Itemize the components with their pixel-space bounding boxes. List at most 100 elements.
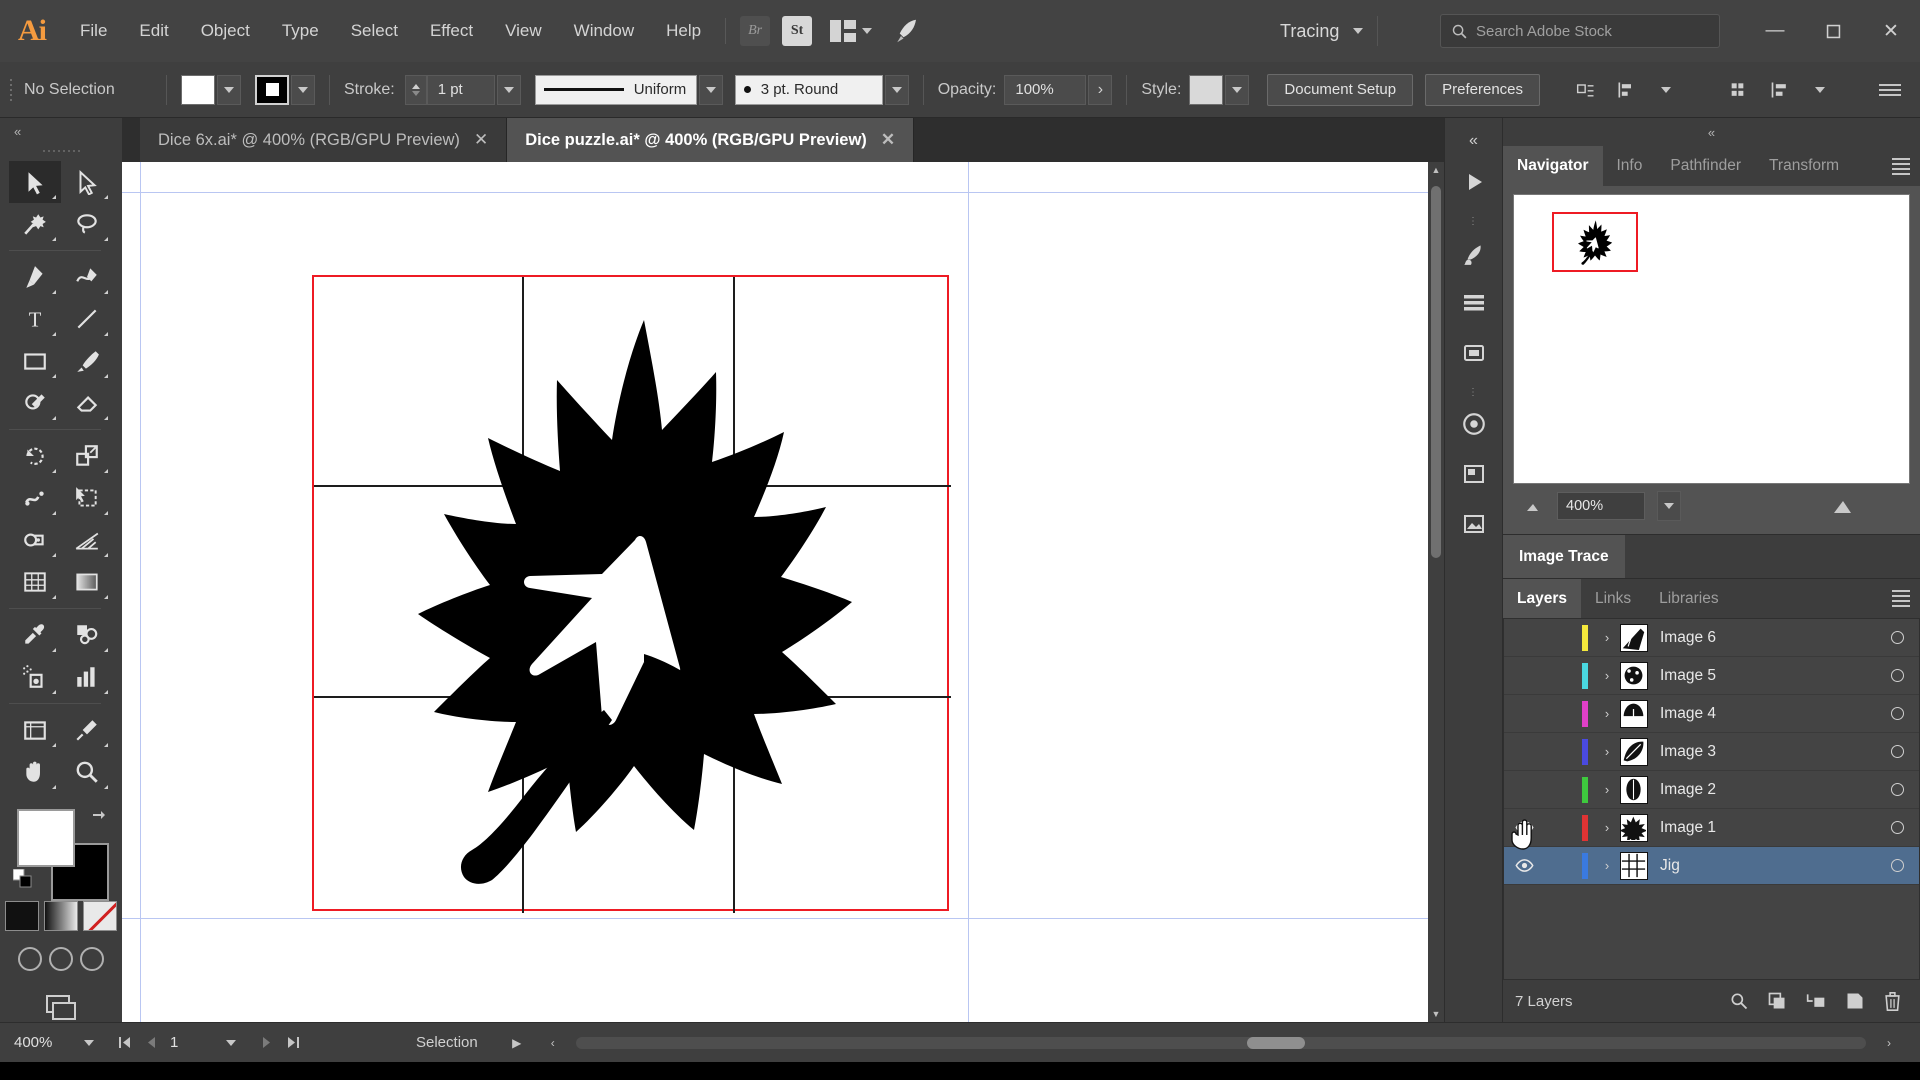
draw-normal-button[interactable] xyxy=(18,947,42,972)
hand-tool[interactable] xyxy=(9,751,61,793)
curvature-tool[interactable] xyxy=(61,256,113,298)
swap-fill-stroke-icon[interactable] xyxy=(91,805,107,824)
next-artboard-button[interactable] xyxy=(254,1030,280,1056)
layer-disclosure-triangle-icon[interactable]: › xyxy=(1594,782,1620,797)
default-fill-stroke-icon[interactable] xyxy=(12,868,33,889)
rotate-tool[interactable] xyxy=(9,435,61,477)
menu-item-window[interactable]: Window xyxy=(558,0,650,62)
distribute-icon[interactable] xyxy=(1760,72,1800,108)
menu-item-object[interactable]: Object xyxy=(185,0,266,62)
status-zoom-dropdown[interactable] xyxy=(76,1030,102,1056)
appearance-icon[interactable] xyxy=(1450,400,1498,448)
arrange-documents-button[interactable] xyxy=(830,20,873,42)
type-tool[interactable]: T xyxy=(9,298,61,340)
stroke-profile-dropdown[interactable] xyxy=(698,74,723,105)
layer-target-indicator[interactable] xyxy=(1875,631,1919,644)
tab-libraries[interactable]: Libraries xyxy=(1645,579,1732,618)
artboard-number-dropdown[interactable] xyxy=(218,1030,244,1056)
layer-target-indicator[interactable] xyxy=(1875,783,1919,796)
layer-disclosure-triangle-icon[interactable]: › xyxy=(1594,820,1620,835)
navigator-preview[interactable] xyxy=(1513,194,1910,484)
scale-tool[interactable] xyxy=(61,435,113,477)
create-new-sublayer-icon[interactable] xyxy=(1767,991,1787,1011)
panel-menu-icon[interactable] xyxy=(1892,579,1920,618)
stroke-color-swatch[interactable] xyxy=(255,74,289,105)
stock-icon[interactable]: St xyxy=(782,16,813,46)
blend-tool[interactable] xyxy=(61,614,113,656)
layer-row[interactable]: › Image 3 xyxy=(1504,733,1919,771)
scroll-down-arrow-icon[interactable]: ▼ xyxy=(1428,1006,1444,1022)
artboards-icon[interactable] xyxy=(1450,450,1498,498)
stroke-weight-field[interactable]: 1 pt xyxy=(426,74,495,105)
zoom-in-large-icon[interactable] xyxy=(1832,497,1862,515)
create-new-layer-icon[interactable] xyxy=(1845,991,1865,1011)
tab-layers[interactable]: Layers xyxy=(1503,579,1581,618)
close-tab-icon[interactable]: ✕ xyxy=(881,130,895,150)
none-mode-button[interactable] xyxy=(83,901,117,932)
layer-visibility-toggle[interactable] xyxy=(1504,858,1544,873)
layer-row[interactable]: › Image 6 xyxy=(1504,619,1919,657)
menu-item-file[interactable]: File xyxy=(64,0,123,62)
menu-item-select[interactable]: Select xyxy=(335,0,414,62)
line-segment-tool[interactable] xyxy=(61,298,113,340)
gradient-tool[interactable] xyxy=(61,561,113,603)
scroll-right-button[interactable]: › xyxy=(1876,1030,1902,1056)
tab-pathfinder[interactable]: Pathfinder xyxy=(1656,146,1755,186)
maximize-button[interactable] xyxy=(1804,0,1862,62)
layer-disclosure-triangle-icon[interactable]: › xyxy=(1594,744,1620,759)
layer-row[interactable]: › Image 4 xyxy=(1504,695,1919,733)
layer-row[interactable]: › Image 5 xyxy=(1504,657,1919,695)
scroll-up-arrow-icon[interactable]: ▲ xyxy=(1428,162,1444,178)
bridge-icon[interactable]: Br xyxy=(740,16,771,46)
horizontal-scrollbar[interactable] xyxy=(575,1036,1866,1049)
dock-expand-icon[interactable]: « xyxy=(1450,126,1498,156)
symbol-sprayer-tool[interactable] xyxy=(9,656,61,698)
artboard-tool[interactable] xyxy=(9,709,61,751)
tab-info[interactable]: Info xyxy=(1603,146,1657,186)
start-playback-icon[interactable] xyxy=(1450,158,1498,206)
layer-row[interactable]: › Image 2 xyxy=(1504,771,1919,809)
width-tool[interactable] xyxy=(9,477,61,519)
rectangle-tool[interactable] xyxy=(9,340,61,382)
magic-wand-tool[interactable] xyxy=(9,203,61,245)
tools-panel-handle[interactable]: « xyxy=(0,118,122,145)
fill-color-swatch[interactable] xyxy=(181,74,215,105)
tools-panel-grip[interactable] xyxy=(0,145,122,157)
layer-name-label[interactable]: Jig xyxy=(1660,857,1875,875)
layer-name-label[interactable]: Image 2 xyxy=(1660,781,1875,799)
close-button[interactable]: ✕ xyxy=(1862,0,1920,62)
make-clipping-mask-icon[interactable] xyxy=(1805,991,1827,1011)
slice-tool[interactable] xyxy=(61,709,113,751)
navigator-zoom-field[interactable]: 400% xyxy=(1557,492,1645,520)
zoom-out-small-icon[interactable] xyxy=(1525,499,1547,513)
workspace-switcher[interactable]: Tracing xyxy=(1280,16,1379,46)
search-stock-field[interactable]: Search Adobe Stock xyxy=(1440,14,1720,48)
artboard-canvas[interactable] xyxy=(122,162,1428,1022)
color-mode-button[interactable] xyxy=(5,901,39,932)
align-objects-icon[interactable] xyxy=(1606,72,1646,108)
layer-target-indicator[interactable] xyxy=(1875,707,1919,720)
collapse-panels-button[interactable]: « xyxy=(1503,118,1920,146)
discover-rocket-icon[interactable] xyxy=(890,15,922,47)
layer-name-label[interactable]: Image 6 xyxy=(1660,629,1875,647)
layer-disclosure-triangle-icon[interactable]: › xyxy=(1594,630,1620,645)
layer-target-indicator[interactable] xyxy=(1875,745,1919,758)
eyedropper-tool[interactable] xyxy=(9,614,61,656)
swatches-icon[interactable] xyxy=(1450,279,1498,327)
pen-tool[interactable] xyxy=(9,256,61,298)
navigator-zoom-dropdown[interactable] xyxy=(1657,491,1681,521)
tab-links[interactable]: Links xyxy=(1581,579,1645,618)
layer-row[interactable]: › Jig xyxy=(1504,847,1919,885)
brush-definition-field[interactable]: 3 pt. Round xyxy=(734,74,883,105)
brushes-icon[interactable] xyxy=(1450,229,1498,277)
graphic-style-dropdown[interactable] xyxy=(1225,74,1250,105)
fill-swatch-dropdown[interactable] xyxy=(217,74,241,105)
menu-item-view[interactable]: View xyxy=(489,0,558,62)
delete-selection-icon[interactable] xyxy=(1883,991,1902,1012)
scroll-left-button[interactable]: ‹ xyxy=(540,1030,566,1056)
opacity-field[interactable]: 100% xyxy=(1004,74,1087,105)
layer-target-indicator[interactable] xyxy=(1875,859,1919,872)
locate-object-icon[interactable] xyxy=(1729,991,1749,1011)
selection-tool[interactable] xyxy=(9,160,61,203)
control-bar-grip[interactable] xyxy=(6,75,16,105)
